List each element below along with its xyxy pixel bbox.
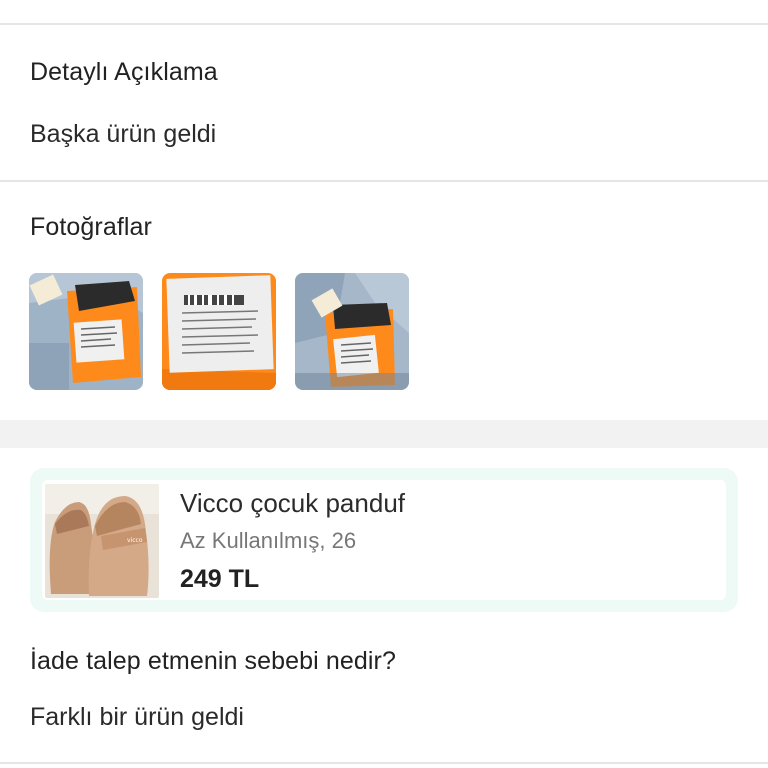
bottom-divider xyxy=(0,762,768,764)
description-title: Detaylı Açıklama xyxy=(30,58,218,86)
svg-text:vicco: vicco xyxy=(127,537,143,544)
product-price: 249 TL xyxy=(180,565,260,593)
slipper-icon: vicco xyxy=(45,484,159,598)
product-image: vicco xyxy=(45,484,159,598)
product-name: Vicco çocuk panduf xyxy=(180,488,405,518)
description-divider xyxy=(0,180,768,182)
photo-thumbnail-1[interactable] xyxy=(29,273,143,390)
product-condition: Az Kullanılmış, 26 xyxy=(180,528,357,553)
photo-thumbnail-3[interactable] xyxy=(295,273,409,390)
package-photo-icon xyxy=(29,273,143,390)
photo-thumbnail-2[interactable] xyxy=(162,273,276,390)
return-reason-answer: Farklı bir ürün geldi xyxy=(30,703,244,731)
product-card-inner: vicco Vicco çocuk panduf Az Kullanılmış,… xyxy=(42,480,726,600)
photos-title: Fotoğraflar xyxy=(30,213,152,241)
top-divider xyxy=(0,23,768,25)
section-separator xyxy=(0,420,768,448)
shipping-label-photo-icon xyxy=(162,273,276,390)
return-reason-question: İade talep etmenin sebebi nedir? xyxy=(30,647,396,675)
package-photo-icon xyxy=(295,273,409,390)
product-card[interactable]: vicco Vicco çocuk panduf Az Kullanılmış,… xyxy=(30,468,738,612)
description-value: Başka ürün geldi xyxy=(30,120,217,148)
